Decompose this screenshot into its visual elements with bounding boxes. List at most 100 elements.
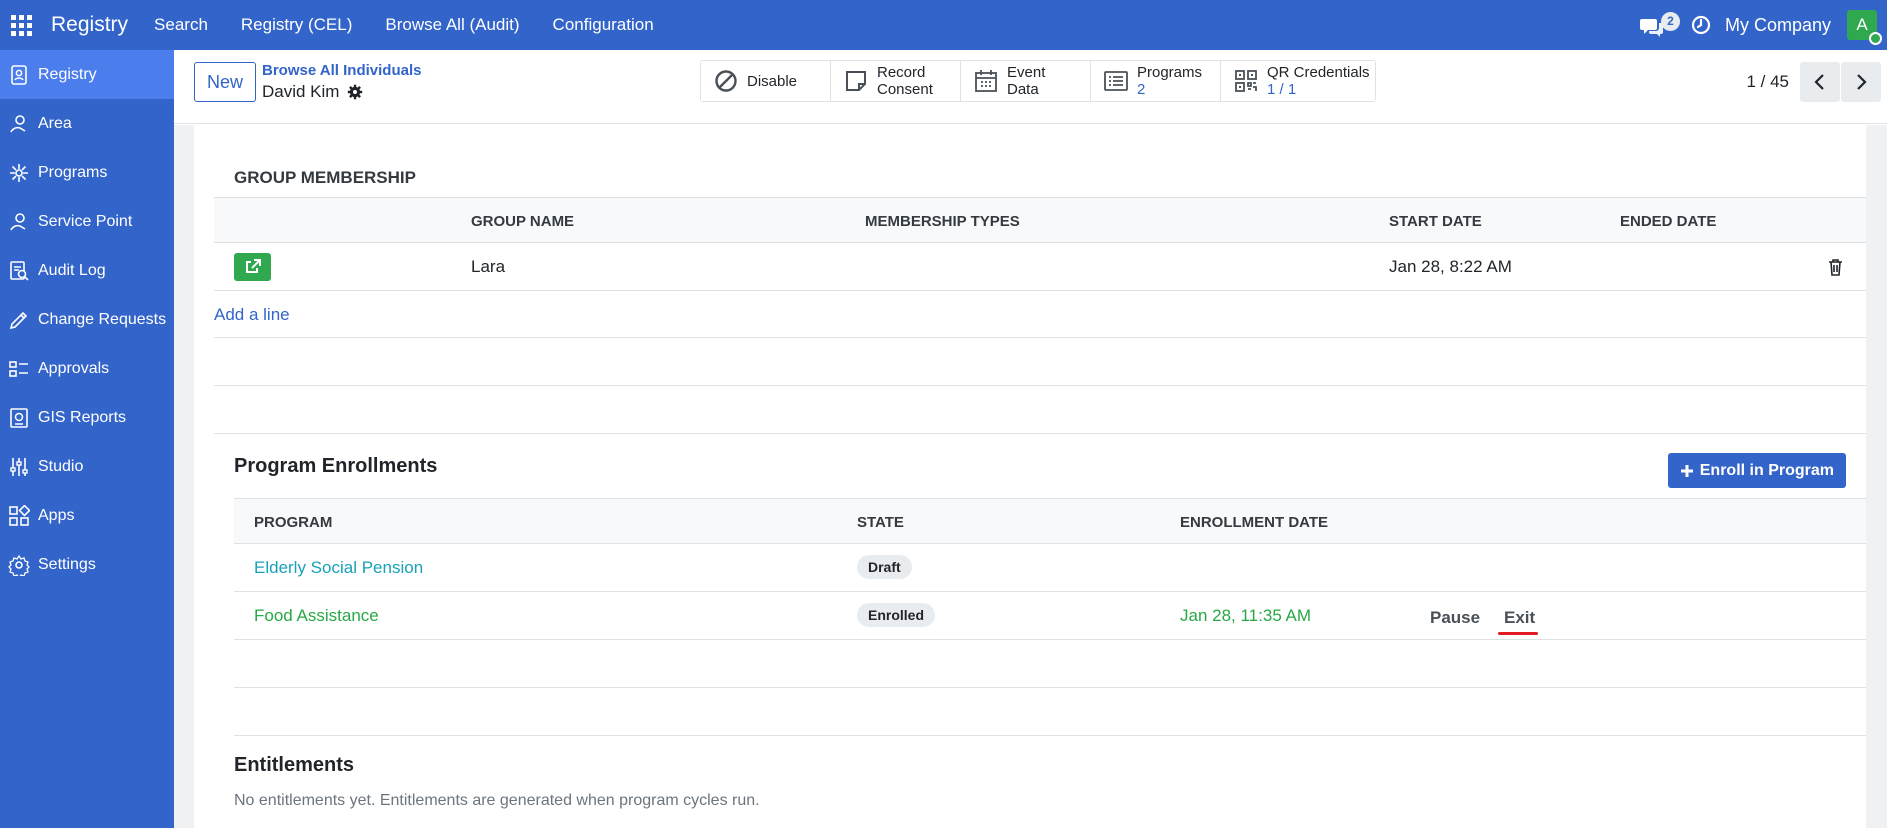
event-data-line2: Data <box>1007 81 1039 98</box>
sidebar-item-label: Change Requests <box>38 310 167 328</box>
header-enrollment-date[interactable]: ENROLLMENT DATE <box>1180 514 1328 531</box>
chevron-right-icon <box>1857 74 1867 90</box>
sidebar-item-programs[interactable]: Programs <box>0 148 174 197</box>
breadcrumb-current: David Kim <box>262 82 363 102</box>
qr-credentials-value: 1 / 1 <box>1267 81 1297 98</box>
plus-icon <box>1680 464 1693 477</box>
registry-icon <box>11 64 27 85</box>
sidebar-item-label: Area <box>38 114 72 132</box>
sidebar-item-service-point[interactable]: Service Point <box>0 197 174 246</box>
clock-icon[interactable] <box>1691 15 1711 35</box>
table-row[interactable]: Elderly Social Pension Draft <box>234 544 1866 592</box>
table-row[interactable]: Lara Jan 28, 8:22 AM <box>214 243 1866 291</box>
entitlements-title: Entitlements <box>234 754 355 776</box>
header-program[interactable]: PROGRAM <box>254 514 332 531</box>
divider <box>214 337 1866 338</box>
open-record-button[interactable] <box>234 253 271 281</box>
sidebar-item-audit-log[interactable]: Audit Log <box>0 246 174 295</box>
pager-next-button[interactable] <box>1841 62 1881 102</box>
presence-dot <box>1869 32 1882 45</box>
breadcrumb-parent[interactable]: Browse All Individuals <box>262 62 421 79</box>
record-consent-button[interactable]: Record Consent <box>831 61 961 101</box>
sidebar-item-label: Service Point <box>38 212 133 230</box>
sidebar: Registry Area Programs Service Point Aud… <box>0 50 174 828</box>
programs-stat-label: Programs <box>1137 64 1203 81</box>
divider <box>214 385 1866 386</box>
sidebar-item-label: Approvals <box>38 359 110 377</box>
group-membership-table: GROUP NAME MEMBERSHIP TYPES START DATE E… <box>214 197 1866 291</box>
company-switcher[interactable]: My Company <box>1725 15 1831 36</box>
menu-browse-all-audit[interactable]: Browse All (Audit) <box>385 15 519 35</box>
menu-configuration[interactable]: Configuration <box>553 15 654 35</box>
programs-stat-button[interactable]: Programs 2 <box>1091 61 1221 101</box>
control-panel: New Browse All Individuals David Kim Dis… <box>174 50 1887 124</box>
enroll-in-program-button[interactable]: Enroll in Program <box>1667 453 1846 488</box>
trash-icon[interactable] <box>1827 258 1844 276</box>
status-badge: Draft <box>857 555 912 579</box>
header-start-date[interactable]: START DATE <box>1389 213 1482 230</box>
audit-log-icon <box>10 260 29 281</box>
sidebar-item-registry[interactable]: Registry <box>0 50 174 99</box>
new-button[interactable]: New <box>194 62 256 102</box>
menu-search[interactable]: Search <box>154 15 208 35</box>
gear-icon[interactable] <box>347 84 363 100</box>
add-a-line-link[interactable]: Add a line <box>214 305 290 325</box>
sidebar-item-label: GIS Reports <box>38 408 127 426</box>
header-ended-date[interactable]: ENDED DATE <box>1620 213 1716 230</box>
group-name-cell: Lara <box>471 257 506 276</box>
pager-previous-button[interactable] <box>1800 62 1840 102</box>
qr-credentials-label: QR Credentials <box>1267 64 1370 81</box>
exit-highlight-underline <box>1498 632 1538 635</box>
disable-label: Disable <box>747 72 798 90</box>
enrollment-date-cell: Jan 28, 11:35 AM <box>1180 606 1312 625</box>
form-content: GROUP MEMBERSHIP GROUP NAME MEMBERSHIP T… <box>174 125 1887 828</box>
settings-icon <box>8 554 30 576</box>
calendar-icon <box>975 70 997 92</box>
service-point-icon <box>10 212 26 230</box>
program-link[interactable]: Food Assistance <box>254 606 379 626</box>
approvals-icon <box>9 360 28 377</box>
avatar[interactable]: A <box>1847 10 1882 45</box>
disable-button[interactable]: Disable <box>701 61 831 101</box>
smart-buttons: Disable Record Consent Event Data Progra… <box>700 60 1376 102</box>
list-icon <box>1104 71 1128 91</box>
record-title: David Kim <box>262 82 340 101</box>
divider <box>214 433 1866 434</box>
exit-button[interactable]: Exit <box>1504 608 1535 628</box>
gis-reports-icon <box>10 407 28 428</box>
sidebar-item-label: Settings <box>38 555 96 573</box>
sidebar-item-label: Audit Log <box>38 261 106 279</box>
programs-stat-value: 2 <box>1137 81 1146 98</box>
sidebar-item-settings[interactable]: Settings <box>0 540 174 589</box>
app-brand[interactable]: Registry <box>51 13 128 37</box>
chat-button[interactable]: 2 <box>1639 10 1680 40</box>
table-row-empty <box>234 640 1866 688</box>
sidebar-item-studio[interactable]: Studio <box>0 442 174 491</box>
status-badge: Enrolled <box>857 603 936 627</box>
header-state[interactable]: STATE <box>857 514 904 531</box>
group-membership-title: GROUP MEMBERSHIP <box>234 168 416 187</box>
sidebar-item-area[interactable]: Area <box>0 99 174 148</box>
table-row[interactable]: Food Assistance Enrolled Jan 28, 11:35 A… <box>234 592 1866 640</box>
sidebar-item-apps[interactable]: Apps <box>0 491 174 540</box>
top-right-tools: 2 My Company A <box>1639 0 1887 50</box>
pager-value[interactable]: 1 / 45 <box>1746 72 1789 92</box>
program-link[interactable]: Elderly Social Pension <box>254 558 423 578</box>
qr-credentials-button[interactable]: QR Credentials 1 / 1 <box>1221 61 1375 101</box>
header-group-name[interactable]: GROUP NAME <box>471 213 574 230</box>
sidebar-item-gis-reports[interactable]: GIS Reports <box>0 393 174 442</box>
pause-button[interactable]: Pause <box>1430 608 1480 628</box>
event-data-button[interactable]: Event Data <box>961 61 1091 101</box>
sidebar-item-label: Apps <box>38 506 75 524</box>
program-enrollments-title: Program Enrollments <box>234 455 438 477</box>
top-navbar: Registry Search Registry (CEL) Browse Al… <box>0 0 1887 50</box>
external-link-icon <box>245 259 261 273</box>
table-row-empty <box>234 688 1866 736</box>
sidebar-item-approvals[interactable]: Approvals <box>0 344 174 393</box>
apps-grid-icon[interactable] <box>11 14 32 36</box>
chat-count-badge: 2 <box>1660 12 1680 31</box>
ban-icon <box>715 70 737 92</box>
sidebar-item-change-requests[interactable]: Change Requests <box>0 295 174 344</box>
header-membership-types[interactable]: MEMBERSHIP TYPES <box>865 213 1020 230</box>
menu-registry-cel[interactable]: Registry (CEL) <box>241 15 352 35</box>
